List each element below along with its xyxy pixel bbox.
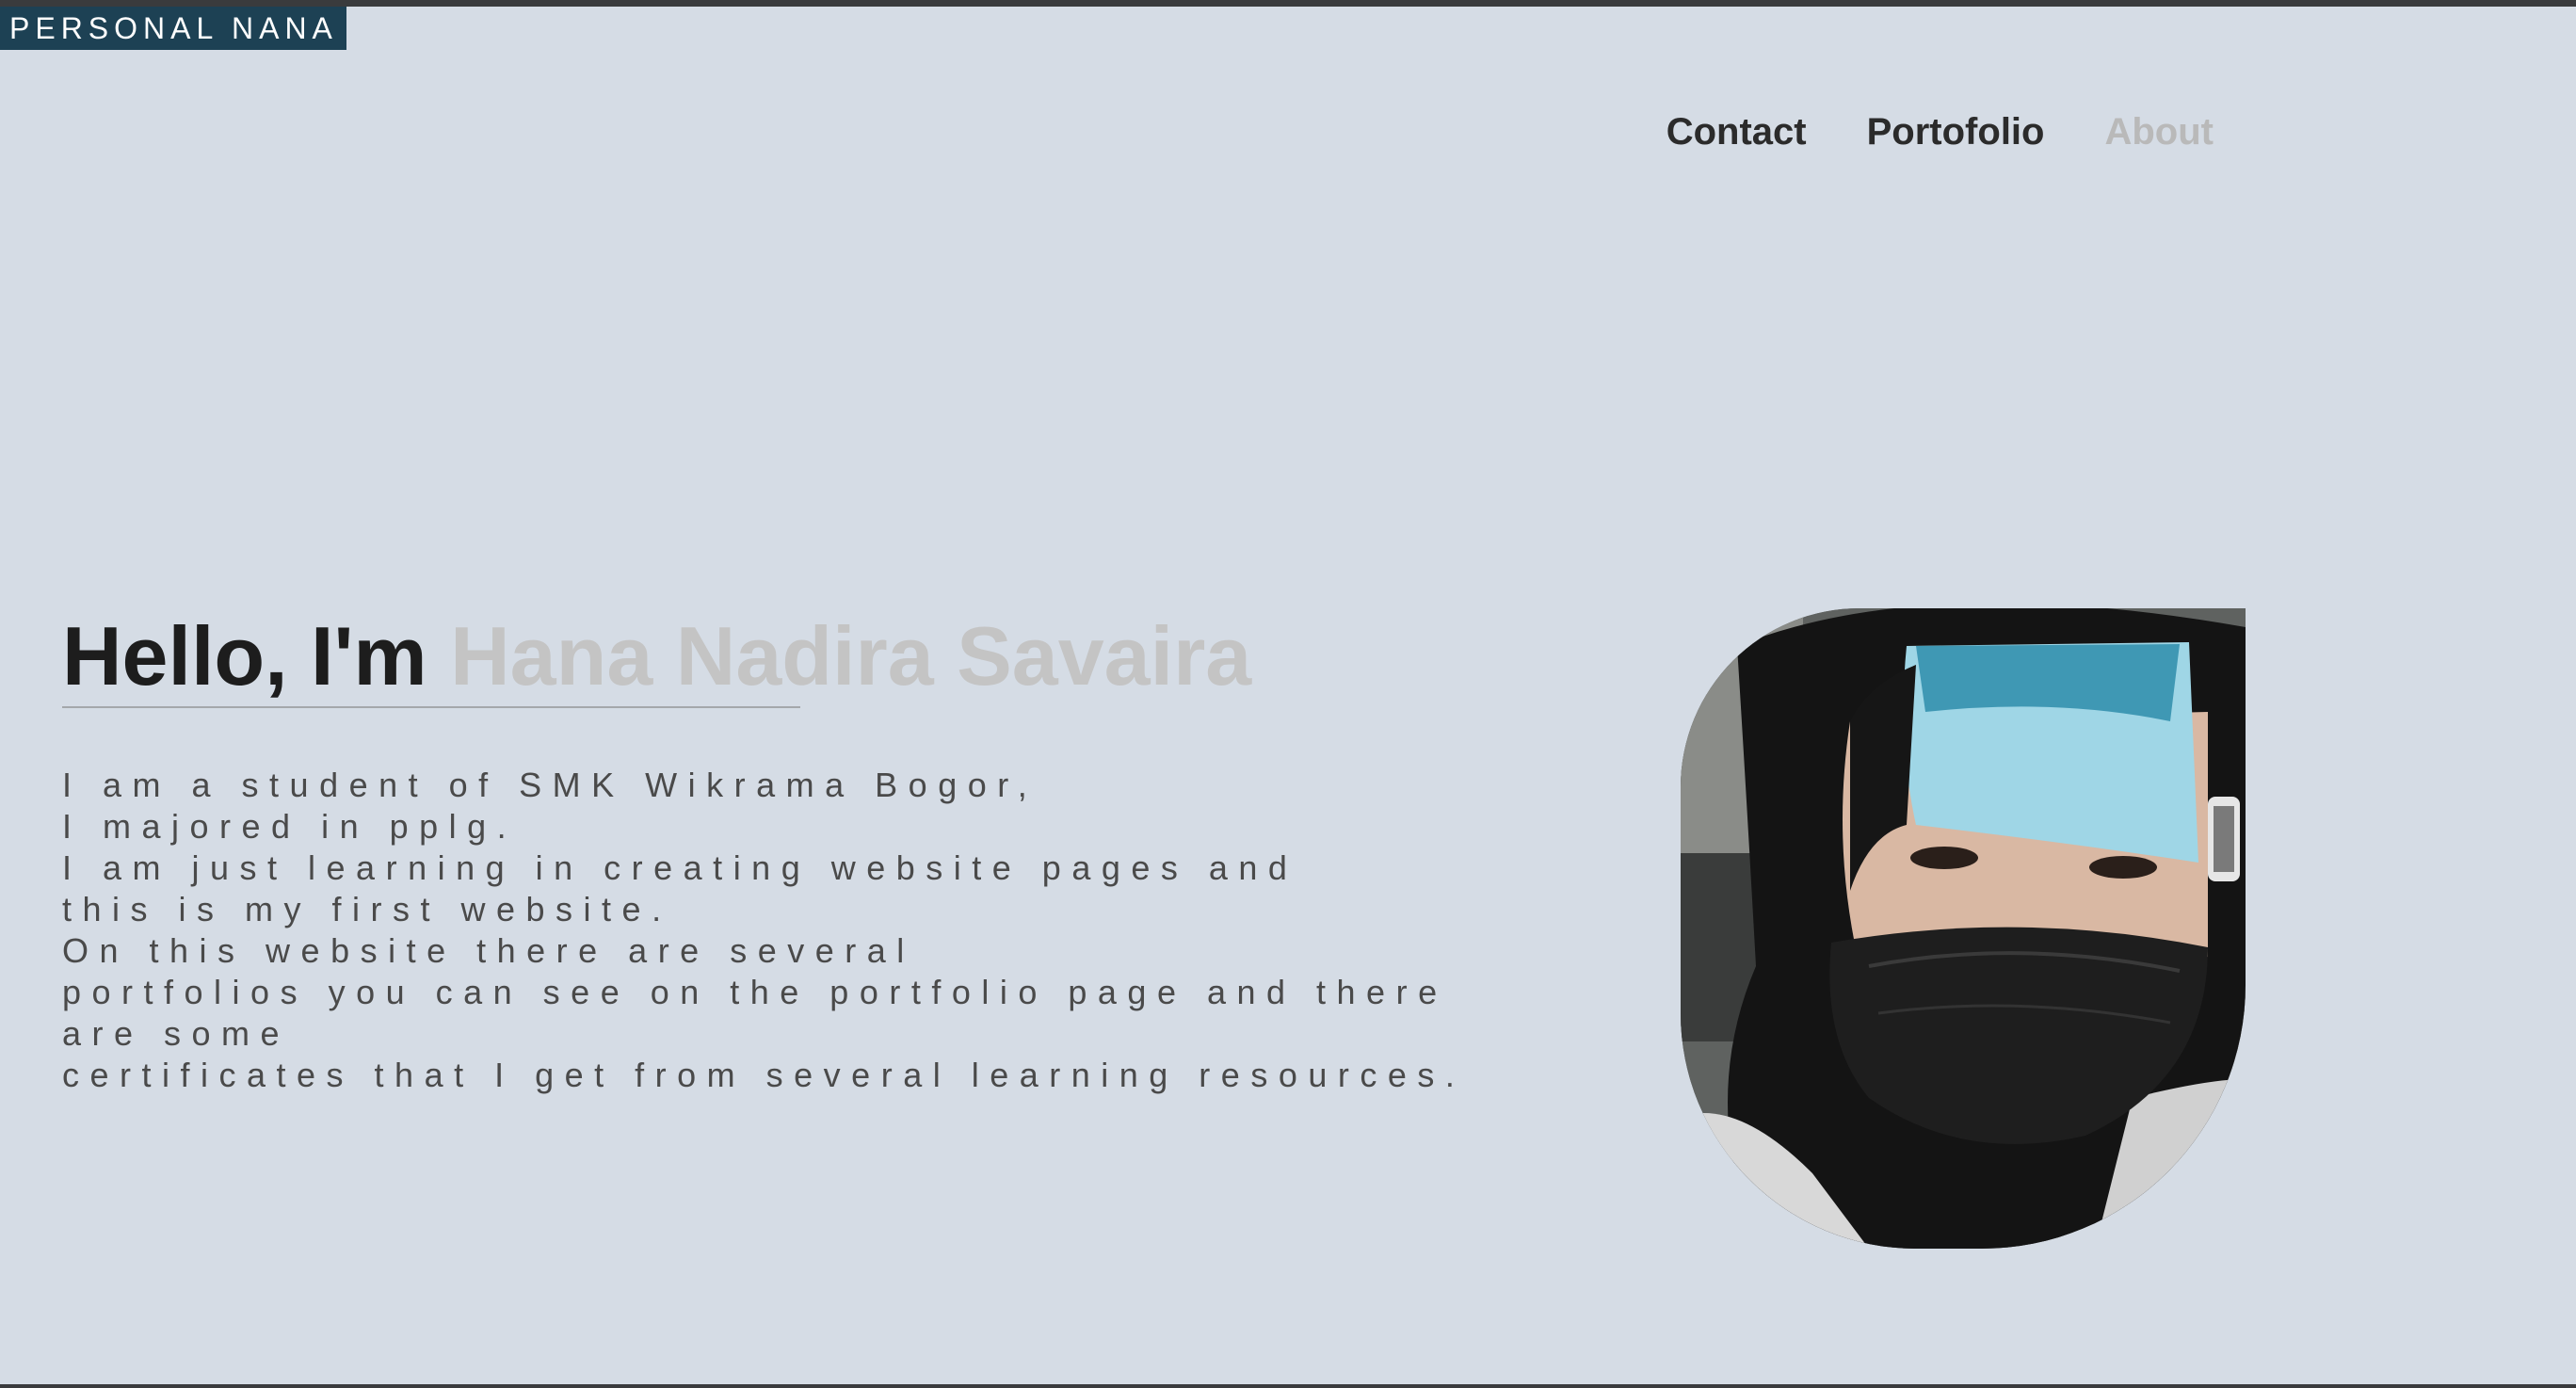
nav-item-portofolio[interactable]: Portofolio: [1867, 111, 2045, 153]
hero-greeting: Hello, I'm: [62, 609, 451, 702]
bottom-border: [0, 1384, 2576, 1388]
bio-line: I am just learning in creating website p…: [62, 848, 1298, 887]
bio-text: I am a student of SMK Wikrama Bogor, I m…: [62, 765, 1465, 1096]
profile-photo: [1681, 608, 2246, 1249]
bio-line: On this website there are several: [62, 931, 915, 970]
bio-line: I am a student of SMK Wikrama Bogor,: [62, 766, 1038, 804]
brand-logo[interactable]: PERSONAL NANA: [0, 7, 346, 50]
hero-name: Hana Nadira Savaira: [450, 609, 1252, 702]
nav-item-about[interactable]: About: [2104, 111, 2214, 153]
top-border: [0, 0, 2576, 7]
bio-line: certificates that I get from several lea…: [62, 1056, 1466, 1094]
bio-line: I majored in pplg.: [62, 807, 518, 846]
bio-line: portfolios you can see on the portfolio …: [62, 973, 1448, 1011]
nav-item-contact[interactable]: Contact: [1666, 111, 1807, 153]
title-underline: [62, 706, 800, 708]
bio-line: this is my first website.: [62, 890, 672, 928]
bio-line: are some: [62, 1014, 291, 1053]
hero-title: Hello, I'm Hana Nadira Savaira: [62, 607, 1251, 705]
main-nav: Contact Portofolio About: [1666, 111, 2214, 153]
